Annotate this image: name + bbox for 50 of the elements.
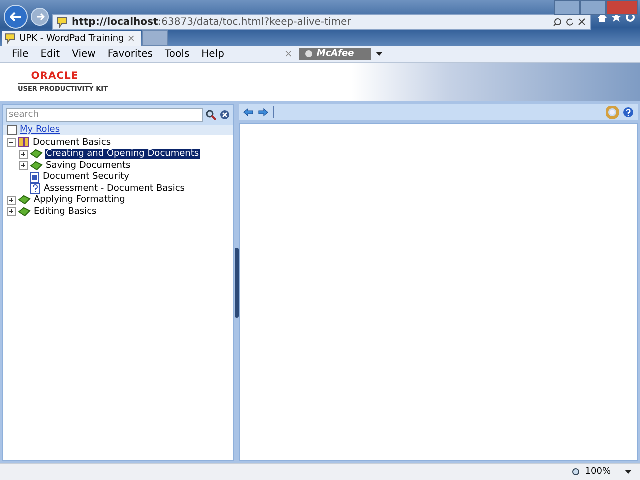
color-wheel-icon[interactable] [606, 106, 619, 118]
menu-item[interactable]: Favorites [102, 48, 160, 60]
tree-item[interactable]: Creating and Opening Documents [45, 149, 200, 160]
menu-item[interactable]: Tools [159, 48, 196, 60]
tree-item[interactable]: Editing Basics [33, 206, 98, 217]
tree-item[interactable]: Saving Documents [45, 160, 132, 171]
back-button[interactable] [4, 5, 28, 29]
arrow-icon [36, 13, 44, 21]
expand-toggle[interactable] [19, 161, 28, 170]
speech-bubble-icon [5, 33, 16, 44]
search-field[interactable]: search [6, 108, 203, 122]
dropdown-arrow-icon[interactable] [376, 52, 383, 56]
tree-item[interactable]: Document Basics [32, 138, 112, 148]
menu-item[interactable]: File [6, 48, 35, 60]
tree-item[interactable]: Assessment - Document Basics [43, 184, 186, 194]
dropdown-arrow-icon[interactable] [625, 470, 632, 474]
tab-title: UPK - WordPad Training [20, 34, 124, 44]
expand-toggle[interactable] [7, 196, 16, 205]
refresh-icon[interactable] [566, 18, 574, 26]
zoom-level[interactable]: 100% [585, 467, 611, 477]
mcafee-button[interactable]: McAfee [298, 48, 371, 60]
oracle-logo: ORACLE [18, 71, 92, 84]
address-bar[interactable]: http://localhost:63873/data/toc.html?keep-alive-timer [52, 14, 591, 30]
tree-item[interactable]: Applying Formatting [33, 195, 126, 206]
forward-button[interactable] [31, 8, 49, 26]
menu-item[interactable]: Help [196, 48, 230, 60]
browser-tab[interactable]: UPK - WordPad Training [2, 31, 141, 46]
checkbox[interactable] [7, 125, 17, 135]
search-icon[interactable] [553, 18, 562, 26]
help-icon[interactable] [623, 106, 634, 118]
arrow-icon [10, 12, 22, 22]
collapse-toggle[interactable] [7, 138, 16, 148]
expand-toggle[interactable] [19, 150, 28, 159]
assessment-icon [30, 183, 41, 194]
document-icon [30, 172, 40, 183]
tree-item[interactable]: Document Security [42, 172, 130, 182]
my-roles-link[interactable]: My Roles [20, 125, 60, 135]
forward-arrow-icon[interactable] [258, 108, 269, 116]
menu-item[interactable]: Edit [34, 48, 66, 60]
clear-icon[interactable] [220, 110, 230, 120]
url-text: http://localhost:63873/data/toc.html?keep-alive-timer [72, 16, 352, 28]
close-icon[interactable] [128, 35, 135, 42]
stop-icon[interactable] [578, 18, 586, 26]
expand-toggle[interactable] [7, 207, 16, 216]
search-icon[interactable] [206, 110, 217, 120]
speech-bubble-icon [57, 16, 68, 28]
splitter-handle[interactable] [234, 248, 238, 318]
zoom-icon[interactable] [572, 468, 582, 476]
menu-item[interactable]: View [66, 48, 102, 60]
back-arrow-icon[interactable] [243, 108, 254, 116]
